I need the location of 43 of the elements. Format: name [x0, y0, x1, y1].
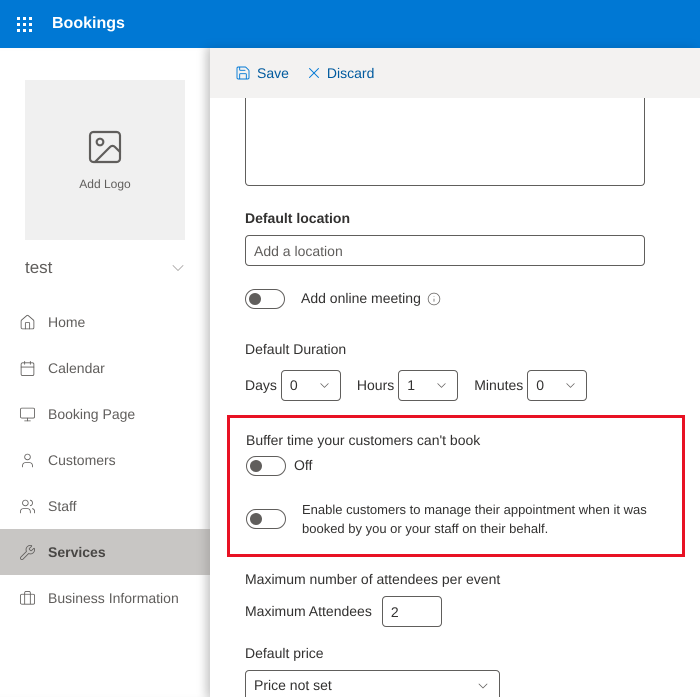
- dropdown[interactable]: 1: [398, 370, 458, 401]
- nav-item[interactable]: Home: [0, 299, 210, 345]
- calendar-icon: [19, 360, 36, 376]
- briefcase-icon: [19, 590, 36, 606]
- add-logo-button[interactable]: Add Logo: [25, 80, 185, 240]
- toggle-switch[interactable]: [246, 456, 286, 476]
- toggle-state-text: Off: [294, 456, 312, 475]
- nav-item[interactable]: Booking Page: [0, 391, 210, 437]
- save-button[interactable]: Save: [235, 62, 289, 84]
- app-title: Bookings: [52, 14, 125, 34]
- toggle-switch[interactable]: [246, 509, 286, 529]
- toggle-label: Enable customers to manage their appointment when it was booked by you or your staff on their behalf.: [302, 501, 647, 538]
- dropdown[interactable]: 0: [280, 370, 341, 401]
- info-icon[interactable]: [426, 292, 441, 306]
- discard-button[interactable]: Discard: [304, 62, 374, 84]
- people-icon: [19, 498, 36, 514]
- toggle-label: Add online meeting: [301, 289, 421, 308]
- nav-item[interactable]: Calendar: [0, 345, 210, 391]
- field-label: Default Duration: [245, 340, 348, 359]
- save-icon: [235, 65, 251, 81]
- price-dropdown[interactable]: Price not set: [245, 670, 500, 697]
- business-selector[interactable]: test: [25, 252, 188, 284]
- field-label: Days: [245, 376, 277, 395]
- wrench-icon: [19, 544, 36, 560]
- field-label: Default location: [245, 209, 352, 228]
- location-input[interactable]: Add a location: [245, 235, 645, 266]
- nav-item[interactable]: Staff: [0, 483, 210, 529]
- home-icon: [19, 314, 36, 330]
- field-label: Minutes: [474, 376, 524, 395]
- field-label: Buffer time your customers can't book: [246, 431, 482, 450]
- attendees-input[interactable]: 2: [382, 596, 442, 627]
- person-icon: [19, 452, 36, 468]
- field-label: Hours: [356, 376, 394, 395]
- toggle-switch[interactable]: [245, 288, 285, 308]
- nav-item[interactable]: Services: [0, 529, 210, 575]
- nav-item[interactable]: Customers: [0, 437, 210, 483]
- dropdown[interactable]: 0: [527, 370, 588, 401]
- field-label: Maximum number of attendees per event: [245, 570, 502, 589]
- monitor-icon: [19, 406, 36, 422]
- field-label: Default price: [245, 644, 325, 663]
- field-label: Maximum Attendees: [245, 602, 372, 621]
- nav-item[interactable]: Business Information: [0, 575, 210, 621]
- app-launcher-icon[interactable]: [16, 16, 32, 32]
